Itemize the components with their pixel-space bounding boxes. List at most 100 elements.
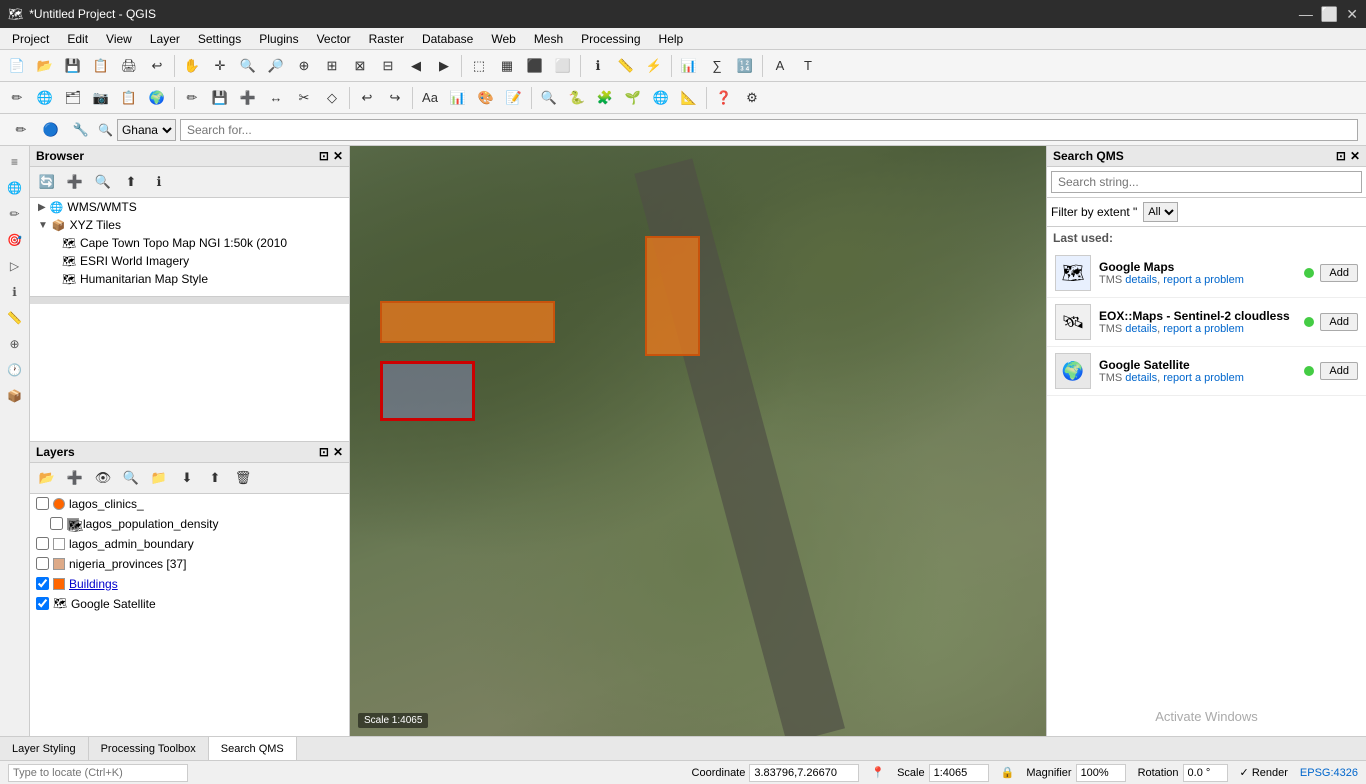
help-button[interactable]: ❓ [711,85,737,111]
zoom-next-button[interactable]: ▶ [431,53,457,79]
qms-item-google-maps[interactable]: 🗺 Google Maps TMS details, report a prob… [1047,249,1366,298]
layer-item-population[interactable]: 🗺 lagos_population_density [30,514,349,534]
layers-visibility-button[interactable]: 👁 [90,465,116,491]
qms-search-input[interactable] [1051,171,1362,193]
print-button[interactable]: 🖨 [116,53,142,79]
layer-item-buildings[interactable]: Buildings [30,574,349,594]
add-raster-button[interactable]: 📷 [88,85,114,111]
undo-edit-button[interactable]: ↩ [354,85,380,111]
layer-checkbox-google-sat[interactable] [36,597,49,610]
title-bar-controls[interactable]: — ⬜ ✕ [1299,6,1358,23]
menu-layer[interactable]: Layer [142,30,188,48]
layer-checkbox-nigeria[interactable] [36,557,49,570]
minimize-button[interactable]: — [1299,6,1313,23]
label-button[interactable]: A [767,53,793,79]
add-layer-button[interactable]: 🌐 [32,85,58,111]
text-button[interactable]: T [795,53,821,79]
zoom-last-button[interactable]: ◀ [403,53,429,79]
new-project-button[interactable]: 📄 [4,53,30,79]
menu-vector[interactable]: Vector [309,30,359,48]
layers-collapse-button[interactable]: ⬆ [202,465,228,491]
qms-header-controls[interactable]: ⊡ ✕ [1336,149,1360,163]
identify-button[interactable]: ℹ [585,53,611,79]
calculator-button[interactable]: 🔢 [732,53,758,79]
sidebar-layers-icon[interactable]: ≡ [3,150,27,174]
statistical-button[interactable]: ∑ [704,53,730,79]
pan-to-selection-button[interactable]: ✛ [207,53,233,79]
qms-add-google-satellite-button[interactable]: Add [1320,362,1358,380]
layer-checkbox-lagos-clinics[interactable] [36,497,49,510]
qms-details-google-maps-link[interactable]: details [1125,274,1157,286]
select-features-button[interactable]: ⬚ [466,53,492,79]
attribute-table-button[interactable]: 📊 [676,53,702,79]
browser-close-icon[interactable]: ✕ [333,149,343,163]
add-vector-button[interactable]: 🗂 [60,85,86,111]
qms-add-eox-button[interactable]: Add [1320,313,1358,331]
menu-settings[interactable]: Settings [190,30,249,48]
add-wms-button[interactable]: 🌍 [144,85,170,111]
scale-lock-icon[interactable]: 🔒 [1001,766,1015,779]
browser-properties-button[interactable]: ℹ [146,169,172,195]
tab-layer-styling[interactable]: Layer Styling [0,737,89,760]
layers-add-button[interactable]: ➕ [62,465,88,491]
undo-button[interactable]: ↩ [144,53,170,79]
browser-refresh-button[interactable]: 🔄 [34,169,60,195]
maximize-button[interactable]: ⬜ [1321,6,1338,23]
qms-report-google-maps-link[interactable]: report a problem [1163,274,1244,286]
menu-processing[interactable]: Processing [573,30,648,48]
qms-float-icon[interactable]: ⊡ [1336,149,1346,163]
browser-add-button[interactable]: ➕ [62,169,88,195]
sidebar-measure-icon[interactable]: 📏 [3,306,27,330]
menu-help[interactable]: Help [651,30,692,48]
zoom-selection-button[interactable]: ⊠ [347,53,373,79]
browser-item-wms[interactable]: ▶ 🌐 WMS/WMTS [30,198,349,216]
magnifier-input[interactable] [1076,764,1126,782]
layers-group-button[interactable]: 📁 [146,465,172,491]
map-area[interactable]: Scale 1:4065 [350,146,1046,736]
layers-float-icon[interactable]: ⊡ [319,445,329,459]
vertex-tool-button[interactable]: ◇ [319,85,345,111]
qms-report-google-sat-link[interactable]: report a problem [1163,372,1244,384]
layers-open-button[interactable]: 📂 [34,465,60,491]
deselect-button[interactable]: ⬛ [522,53,548,79]
tab-search-qms[interactable]: Search QMS [209,737,297,760]
globe-button[interactable]: 🌐 [648,85,674,111]
browser-scrollbar[interactable] [30,296,349,304]
qms-details-eox-link[interactable]: details [1125,323,1157,335]
layer-item-google-sat[interactable]: 🗺 Google Satellite [30,594,349,614]
layers-remove-button[interactable]: 🗑 [230,465,256,491]
layer-item-lagos-clinics[interactable]: lagos_clinics_ [30,494,349,514]
menu-view[interactable]: View [98,30,140,48]
qms-item-google-satellite[interactable]: 🌍 Google Satellite TMS details, report a… [1047,347,1366,396]
delete-feature-button[interactable]: ✂ [291,85,317,111]
sidebar-snap-icon[interactable]: 🎯 [3,228,27,252]
zoom-full-button[interactable]: ⊕ [291,53,317,79]
layer-checkbox-population[interactable] [50,517,63,530]
sidebar-spatial-icon[interactable]: ⊕ [3,332,27,356]
menu-raster[interactable]: Raster [361,30,412,48]
menu-edit[interactable]: Edit [59,30,96,48]
browser-header-controls[interactable]: ⊡ ✕ [319,149,343,163]
move-feature-button[interactable]: ↔ [263,85,289,111]
browser-float-icon[interactable]: ⊡ [319,149,329,163]
sidebar-3d-icon[interactable]: 📦 [3,384,27,408]
add-feature-button[interactable]: ➕ [235,85,261,111]
close-button[interactable]: ✕ [1346,6,1358,23]
invert-selection-button[interactable]: ⬜ [550,53,576,79]
layer-checkbox-admin[interactable] [36,537,49,550]
browser-collapse-button[interactable]: ⬆ [118,169,144,195]
sidebar-temporal-icon[interactable]: 🕐 [3,358,27,382]
more-button[interactable]: ⚙ [739,85,765,111]
redo-edit-button[interactable]: ↪ [382,85,408,111]
grass-button[interactable]: 🌱 [620,85,646,111]
locator-filter-button[interactable]: 🔍 [536,85,562,111]
layers-header-controls[interactable]: ⊡ ✕ [319,445,343,459]
sidebar-identify-icon[interactable]: ℹ [3,280,27,304]
layer-item-admin[interactable]: lagos_admin_boundary [30,534,349,554]
zoom-native-button[interactable]: ⊟ [375,53,401,79]
plugin-button[interactable]: 🧩 [592,85,618,111]
qms-item-eox[interactable]: 🛰 EOX::Maps - Sentinel-2 cloudless TMS d… [1047,298,1366,347]
locate-input[interactable] [8,764,188,782]
layers-close-icon[interactable]: ✕ [333,445,343,459]
current-edits-button[interactable]: ✏ [8,117,34,143]
